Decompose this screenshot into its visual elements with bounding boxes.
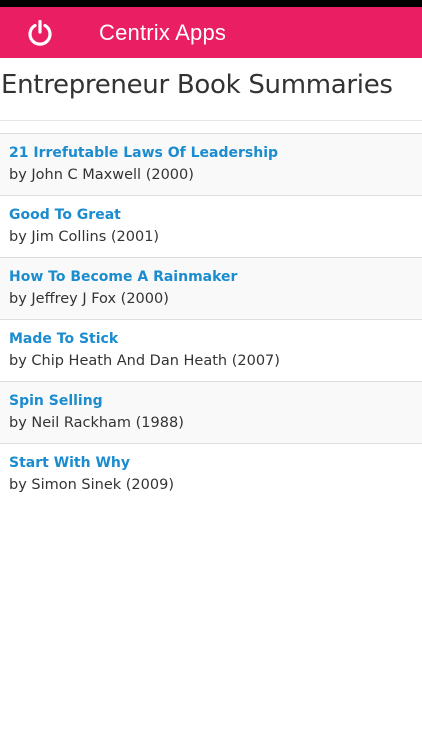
book-title-link[interactable]: 21 Irrefutable Laws Of Leadership bbox=[9, 145, 278, 161]
book-title-link[interactable]: How To Become A Rainmaker bbox=[9, 269, 237, 285]
book-list: 21 Irrefutable Laws Of Leadership by Joh… bbox=[0, 133, 422, 505]
status-bar bbox=[0, 0, 422, 7]
list-item[interactable]: Start With Why by Simon Sinek (2009) bbox=[0, 444, 422, 505]
power-button[interactable] bbox=[0, 7, 80, 58]
list-item[interactable]: Spin Selling by Neil Rackham (1988) bbox=[0, 382, 422, 444]
title-divider bbox=[0, 120, 422, 121]
app-bar: Centrix Apps bbox=[0, 7, 422, 58]
power-icon bbox=[28, 19, 52, 46]
book-title-link[interactable]: Spin Selling bbox=[9, 393, 103, 409]
page-title: Entrepreneur Book Summaries bbox=[1, 70, 393, 100]
app-title: Centrix Apps bbox=[99, 19, 227, 45]
list-item[interactable]: How To Become A Rainmaker by Jeffrey J F… bbox=[0, 258, 422, 320]
book-author: by Simon Sinek (2009) bbox=[9, 477, 174, 493]
book-author: by Jim Collins (2001) bbox=[9, 229, 160, 245]
list-item[interactable]: 21 Irrefutable Laws Of Leadership by Joh… bbox=[0, 134, 422, 196]
book-author: by John C Maxwell (2000) bbox=[9, 167, 194, 183]
list-item[interactable]: Good To Great by Jim Collins (2001) bbox=[0, 196, 422, 258]
book-author: by Chip Heath And Dan Heath (2007) bbox=[9, 353, 280, 369]
book-title-link[interactable]: Start With Why bbox=[9, 455, 130, 471]
book-author: by Jeffrey J Fox (2000) bbox=[9, 291, 169, 307]
book-title-link[interactable]: Good To Great bbox=[9, 207, 121, 223]
book-author: by Neil Rackham (1988) bbox=[9, 415, 184, 431]
book-title-link[interactable]: Made To Stick bbox=[9, 331, 118, 347]
list-item[interactable]: Made To Stick by Chip Heath And Dan Heat… bbox=[0, 320, 422, 382]
